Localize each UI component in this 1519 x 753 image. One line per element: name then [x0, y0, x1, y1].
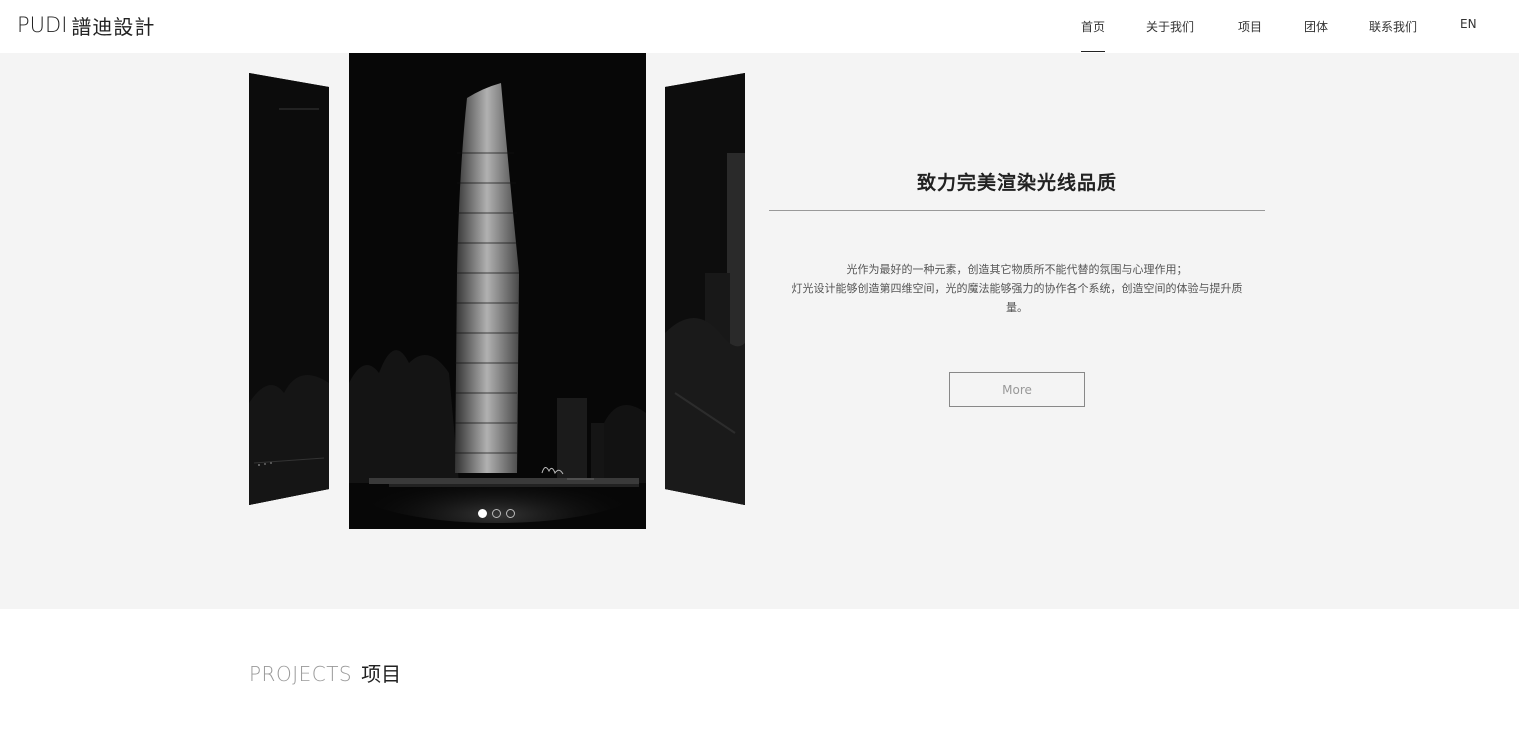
main-nav: 首页 关于我们 项目 团体 联系我们 EN — [0, 0, 1519, 53]
projects-heading-cn: 项目 — [361, 662, 402, 686]
hero-desc-line3: 量。 — [1006, 301, 1028, 314]
nav-item-projects[interactable]: 项目 — [1238, 18, 1262, 35]
projects-heading: PROJECTS 项目 — [249, 658, 401, 687]
next-slide-image — [665, 73, 745, 505]
hero-section: 致力完美渲染光线品质 光作为最好的一种元素，创造其它物质所不能代替的氛围与心理作… — [0, 53, 1519, 609]
hero-desc-line1: 光作为最好的一种元素，创造其它物质所不能代替的氛围与心理作用； — [846, 263, 1188, 276]
projects-heading-en: PROJECTS — [249, 662, 353, 686]
carousel-slide-active[interactable] — [349, 53, 646, 529]
nav-item-language[interactable]: EN — [1460, 17, 1477, 31]
carousel-dot-1[interactable] — [478, 509, 487, 518]
carousel-slide-next[interactable] — [665, 73, 745, 505]
site-header: PUDI 譜迪設計 首页 关于我们 项目 团体 联系我们 EN — [0, 0, 1519, 53]
nav-item-about[interactable]: 关于我们 — [1146, 18, 1194, 35]
more-button[interactable]: More — [949, 372, 1085, 407]
hero-title: 致力完美渲染光线品质 — [916, 172, 1117, 194]
carousel-slide-prev[interactable] — [249, 73, 329, 505]
nav-item-contact[interactable]: 联系我们 — [1369, 18, 1417, 35]
carousel-dot-2[interactable] — [492, 509, 501, 518]
hero-description: 光作为最好的一种元素，创造其它物质所不能代替的氛围与心理作用； 灯光设计能够创造… — [769, 260, 1265, 317]
nav-item-team[interactable]: 团体 — [1304, 18, 1328, 35]
carousel-dot-3[interactable] — [506, 509, 515, 518]
prev-slide-image — [249, 73, 329, 505]
hero-desc-line2: 灯光设计能够创造第四维空间，光的魔法能够强力的协作各个系统，创造空间的体验与提升… — [791, 282, 1243, 295]
nav-item-home[interactable]: 首页 — [1081, 18, 1106, 52]
hero-divider — [769, 210, 1265, 211]
skyscraper-image — [349, 53, 646, 529]
carousel-pagination — [478, 509, 515, 518]
